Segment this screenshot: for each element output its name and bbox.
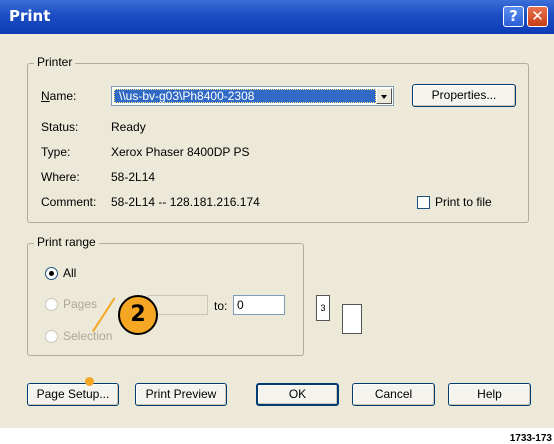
help-button[interactable]: Help xyxy=(448,383,531,406)
print-to-file-label[interactable]: Print to file xyxy=(435,195,492,209)
ok-label: OK xyxy=(288,387,307,401)
status-value: Ready xyxy=(111,120,146,134)
where-label: Where: xyxy=(41,170,80,184)
page-setup-button[interactable]: Page Setup... xyxy=(27,383,119,406)
help-title-button[interactable]: ? xyxy=(503,6,524,27)
close-icon: ✕ xyxy=(531,7,544,25)
printer-name-selection: \\us-bv-g03\Ph8400-2308 xyxy=(114,89,376,103)
printer-name-select[interactable]: \\us-bv-g03\Ph8400-2308 xyxy=(111,86,394,106)
comment-label: Comment: xyxy=(41,195,97,209)
pages-radio[interactable] xyxy=(45,298,58,311)
callout-pointer-dot xyxy=(85,377,94,386)
printer-name-value: \\us-bv-g03\Ph8400-2308 xyxy=(119,89,255,103)
cancel-label: Cancel xyxy=(374,387,413,401)
type-label: Type: xyxy=(41,145,71,159)
all-radio-label[interactable]: All xyxy=(63,266,76,280)
pages-radio-label[interactable]: Pages xyxy=(63,297,97,311)
pages-to-value: 0 xyxy=(237,298,244,312)
ok-button[interactable]: OK xyxy=(256,383,339,406)
collate-page-icon: 3 xyxy=(316,295,330,321)
title-bar[interactable]: Print ? ✕ xyxy=(0,0,554,34)
cancel-button[interactable]: Cancel xyxy=(352,383,435,406)
selection-radio-label[interactable]: Selection xyxy=(63,329,112,343)
step-callout-number: 2 xyxy=(130,302,146,327)
print-range-legend: Print range xyxy=(34,235,99,249)
printer-group-legend: Printer xyxy=(34,55,76,69)
page-setup-label: Page Setup... xyxy=(36,387,110,401)
step-callout-badge: 2 xyxy=(118,295,158,335)
figure-id: 1733-173 xyxy=(509,433,552,444)
print-preview-button[interactable]: Print Preview xyxy=(135,383,227,406)
close-button[interactable]: ✕ xyxy=(527,6,548,27)
question-icon: ? xyxy=(509,7,518,25)
pages-to-input[interactable]: 0 xyxy=(233,295,285,315)
type-value: Xerox Phaser 8400DP PS xyxy=(111,145,250,159)
where-value: 58-2L14 xyxy=(111,170,156,184)
to-label: to: xyxy=(214,299,228,313)
print-to-file-checkbox[interactable] xyxy=(417,196,430,209)
collate-page-icon-2 xyxy=(342,304,362,334)
comment-value: 58-2L14 -- 128.181.216.174 xyxy=(111,195,260,209)
all-radio[interactable] xyxy=(45,267,58,280)
chevron-down-icon[interactable] xyxy=(376,88,392,104)
collate-page-number: 3 xyxy=(320,303,326,313)
print-dialog: Print ? ✕ Printer Name: \\us-bv-g03\Ph84… xyxy=(0,0,554,428)
help-label: Help xyxy=(477,387,502,401)
properties-button[interactable]: Properties... xyxy=(412,84,516,107)
window-title: Print xyxy=(9,7,51,25)
selection-radio[interactable] xyxy=(45,330,58,343)
print-preview-label: Print Preview xyxy=(145,387,217,401)
status-label: Status: xyxy=(41,120,79,134)
name-label: Name: xyxy=(41,89,77,103)
properties-button-label: Properties... xyxy=(431,88,497,102)
